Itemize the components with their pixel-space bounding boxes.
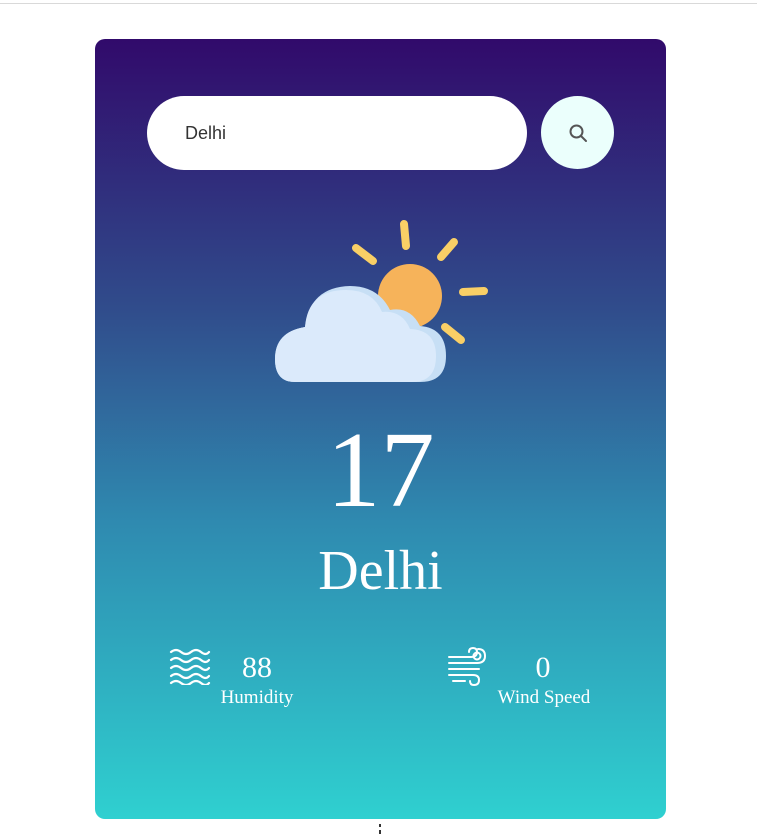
temperature-value: 17 — [326, 411, 435, 530]
page-top-divider — [0, 3, 757, 4]
cursor-icon — [379, 824, 381, 834]
wind-speed-label: Wind Speed — [497, 687, 591, 708]
search-button[interactable] — [541, 96, 614, 169]
wind-speed-value: 0 — [535, 651, 551, 684]
search-icon — [569, 124, 587, 142]
partly-cloudy-icon — [275, 220, 488, 382]
humidity-label: Humidity — [220, 687, 294, 708]
humidity-waves-icon — [169, 648, 211, 685]
city-name: Delhi — [318, 540, 443, 602]
humidity-value: 88 — [242, 651, 272, 684]
weather-card: 17 Delhi 88 Humidity 0 Wind Speed — [95, 39, 666, 819]
wind-icon — [448, 647, 487, 687]
search-input[interactable] — [185, 96, 505, 170]
search-box[interactable] — [147, 96, 527, 170]
